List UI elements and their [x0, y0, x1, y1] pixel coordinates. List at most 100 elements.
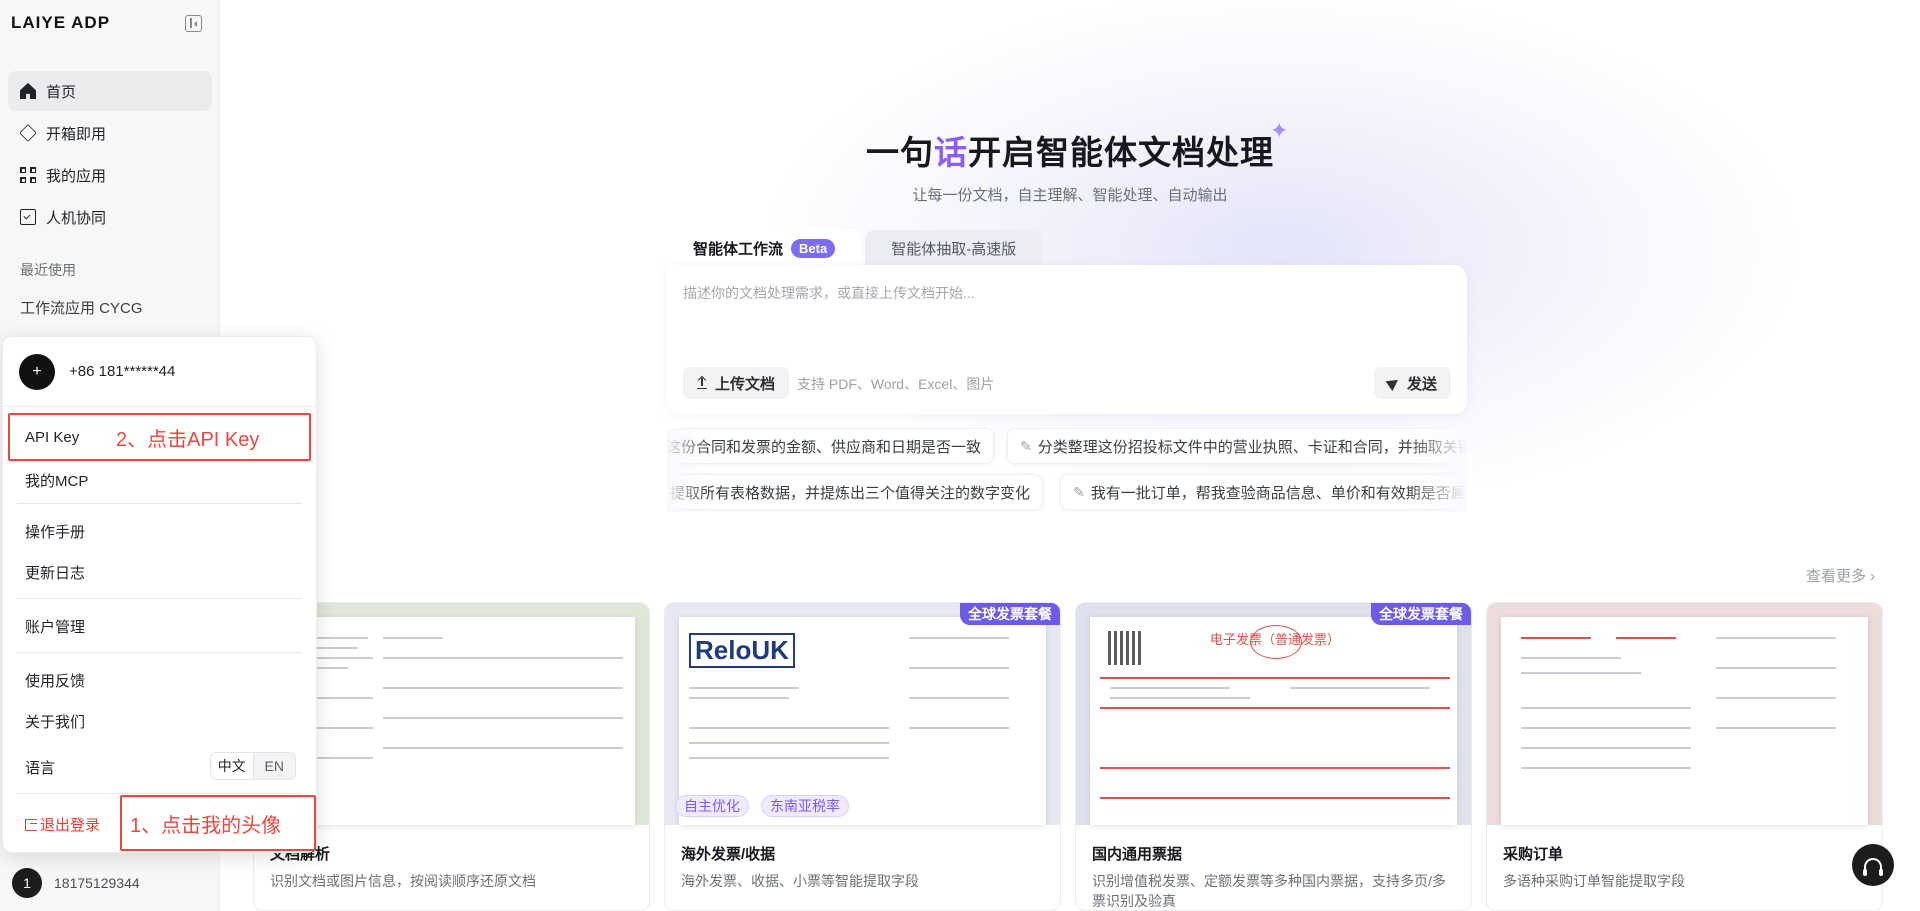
card-badge: 全球发票套餐	[960, 603, 1060, 625]
suggestion-chip[interactable]: ✎ 我有一批订单，帮我查验商品信息、单价和有效期是否属	[1060, 474, 1467, 510]
prompt-input[interactable]	[683, 283, 1443, 343]
app-card-domestic-invoice[interactable]: 电子发票（普通发票） 全球发票套餐 国内通用票据 识别增值税发票、定额发票等多种…	[1075, 602, 1472, 911]
nav-item-label: 首页	[46, 83, 77, 101]
upload-label: 上传文档	[715, 375, 776, 393]
doc-preview: ReloUK	[679, 617, 1046, 825]
doc-preview	[268, 617, 635, 825]
suggestion-chip[interactable]: 提取所有表格数据，并提炼出三个值得关注的数字变化	[667, 474, 1044, 510]
user-phone: 18175129344	[54, 875, 140, 891]
apps-grid-icon	[20, 167, 36, 183]
chip-text: 我有一批订单，帮我查验商品信息、单价和有效期是否属	[1090, 484, 1466, 502]
tab-agent-workflow[interactable]: 智能体工作流 Beta	[667, 230, 862, 266]
upload-hint: 支持 PDF、Word、Excel、图片	[797, 376, 995, 392]
menu-divider	[17, 793, 302, 794]
logout-button[interactable]: 退出登录	[25, 814, 100, 835]
recent-item[interactable]: 工作流应用 CYCG	[20, 297, 143, 318]
clipboard-check-icon	[20, 209, 36, 225]
hero-title: 一句话开启智能体文档处理	[220, 126, 1920, 174]
tab-label: 智能体抽取-高速版	[891, 240, 1017, 258]
magic-pen-icon: ✎	[1073, 483, 1085, 500]
doc-preview: 电子发票（普通发票）	[1090, 617, 1457, 825]
upload-document-button[interactable]: 上传文档	[683, 367, 790, 399]
user-menu-header: + +86 181******44	[3, 337, 316, 407]
magic-pen-icon: ✎	[1020, 437, 1032, 454]
home-icon	[20, 83, 36, 99]
menu-item-account[interactable]: 账户管理	[25, 616, 85, 637]
suggestion-chip[interactable]: ✎ 分类整理这份招投标文件中的营业执照、卡证和合同，并抽取关键	[1007, 428, 1467, 464]
menu-item-feedback[interactable]: 使用反馈	[25, 670, 85, 691]
popup-phone: +86 181******44	[69, 363, 176, 380]
logout-icon	[25, 818, 37, 831]
send-button[interactable]: 发送	[1373, 367, 1451, 399]
stamp-icon	[1250, 625, 1302, 659]
hero: 一句话开启智能体文档处理 让每一份文档，自主理解、智能处理、自动输出	[220, 0, 1920, 230]
logout-label: 退出登录	[40, 817, 101, 834]
card-badge: 全球发票套餐	[1371, 603, 1471, 625]
nav-item-out-of-box[interactable]: 开箱即用	[8, 113, 212, 153]
nav-item-my-apps[interactable]: 我的应用	[8, 155, 212, 195]
prompt-box: 上传文档 支持 PDF、Word、Excel、图片 发送	[667, 265, 1467, 414]
send-icon	[1385, 374, 1402, 392]
send-label: 发送	[1406, 375, 1437, 393]
customer-support-button[interactable]	[1852, 844, 1894, 886]
menu-item-changelog[interactable]: 更新日志	[25, 562, 85, 583]
card-thumbnail: ReloUK 自主优化 东南亚税率	[665, 603, 1060, 825]
headphones-icon	[1863, 858, 1883, 876]
suggestion-chip[interactable]: 这份合同和发票的金额、供应商和日期是否一致	[667, 428, 995, 464]
recent-section-title: 最近使用	[20, 262, 76, 278]
card-description: 多语种采购订单智能提取字段	[1503, 873, 1685, 889]
lang-option-en[interactable]: EN	[253, 753, 295, 779]
qr-code-icon	[1108, 631, 1142, 665]
tab-agent-extract[interactable]: 智能体抽取-高速版	[865, 230, 1043, 266]
menu-item-api-key[interactable]: API Key	[25, 429, 79, 446]
app-card-purchase-order[interactable]: 采购订单 多语种采购订单智能提取字段	[1486, 602, 1883, 911]
menu-item-about[interactable]: 关于我们	[25, 711, 85, 732]
language-toggle: 中文 EN	[210, 752, 296, 780]
chip-text: 提取所有表格数据，并提炼出三个值得关注的数字变化	[670, 484, 1031, 502]
tab-label: 智能体工作流	[693, 240, 784, 258]
see-more-link[interactable]: 查看更多 ›	[1806, 565, 1875, 586]
beta-badge: Beta	[791, 238, 836, 258]
chip-text: 分类整理这份招投标文件中的营业执照、卡证和合同，并抽取关键	[1037, 438, 1467, 456]
card-thumbnail	[1487, 603, 1882, 825]
nav-item-home[interactable]: 首页	[8, 71, 212, 111]
hero-title-part1: 一句	[866, 134, 934, 171]
card-tag: 东南亚税率	[761, 795, 849, 817]
mode-tabs: 智能体工作流 Beta 智能体抽取-高速版	[667, 230, 1043, 266]
card-title: 国内通用票据	[1092, 846, 1183, 863]
card-description: 海外发票、收据、小票等智能提取字段	[681, 873, 919, 889]
collapse-sidebar-icon[interactable]	[185, 15, 202, 32]
sidebar-user: 1 18175129344	[12, 868, 140, 898]
hero-subtitle: 让每一份文档，自主理解、智能处理、自动输出	[912, 187, 1228, 204]
hero-title-part2: 开启智能体文档处理	[968, 134, 1274, 171]
nav-item-label: 我的应用	[46, 167, 107, 185]
user-menu-popup: + +86 181******44 API Key 我的MCP 操作手册 更新日…	[2, 336, 317, 853]
nav-item-label: 开箱即用	[46, 125, 107, 143]
suggestion-chips: 这份合同和发票的金额、供应商和日期是否一致 ✎ 分类整理这份招投标文件中的营业执…	[667, 428, 1467, 512]
menu-divider	[17, 598, 302, 599]
nav-item-label: 人机协同	[46, 209, 107, 227]
upload-icon	[697, 377, 707, 389]
app-card-overseas-invoice[interactable]: ReloUK 自主优化 东南亚税率 全球发票套餐 海外发票/收据 海外发票、收据…	[664, 602, 1061, 911]
menu-item-manual[interactable]: 操作手册	[25, 521, 85, 542]
card-description: 识别增值税发票、定额发票等多种国内票据，支持多页/多票识别及验真	[1092, 873, 1446, 909]
menu-item-my-mcp[interactable]: 我的MCP	[25, 470, 88, 491]
card-thumbnail: 电子发票（普通发票）	[1076, 603, 1471, 825]
lang-option-zh[interactable]: 中文	[211, 753, 254, 779]
menu-divider	[17, 503, 302, 504]
doc-preview	[1501, 617, 1868, 825]
card-tag: 自主优化	[675, 795, 749, 817]
card-description: 识别文档或图片信息，按阅读顺序还原文档	[270, 873, 536, 889]
card-title: 采购订单	[1503, 846, 1564, 863]
doc-logo: ReloUK	[689, 633, 795, 668]
nav-item-human-collab[interactable]: 人机协同	[8, 197, 212, 237]
hero-title-accent: 话	[934, 134, 968, 171]
user-avatar[interactable]: 1	[12, 868, 42, 898]
card-title: 海外发票/收据	[681, 846, 776, 863]
popup-avatar[interactable]: +	[19, 353, 55, 390]
chip-text: 这份合同和发票的金额、供应商和日期是否一致	[667, 438, 982, 456]
sparkle-icon: ✦	[1270, 118, 1289, 143]
app-logo: LAIYE ADP	[11, 13, 111, 32]
main-nav: 首页 开箱即用 我的应用 人机协同	[8, 71, 212, 239]
menu-item-language: 语言	[25, 760, 56, 777]
